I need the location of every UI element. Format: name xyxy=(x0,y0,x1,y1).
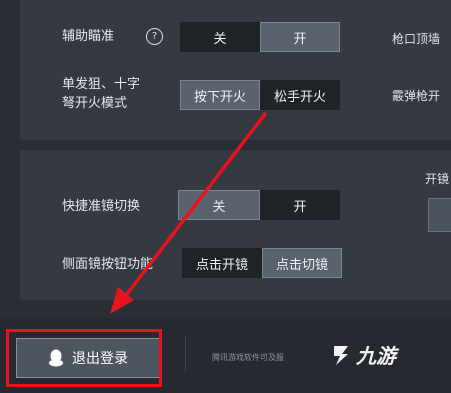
annotation-arrow xyxy=(110,112,267,314)
